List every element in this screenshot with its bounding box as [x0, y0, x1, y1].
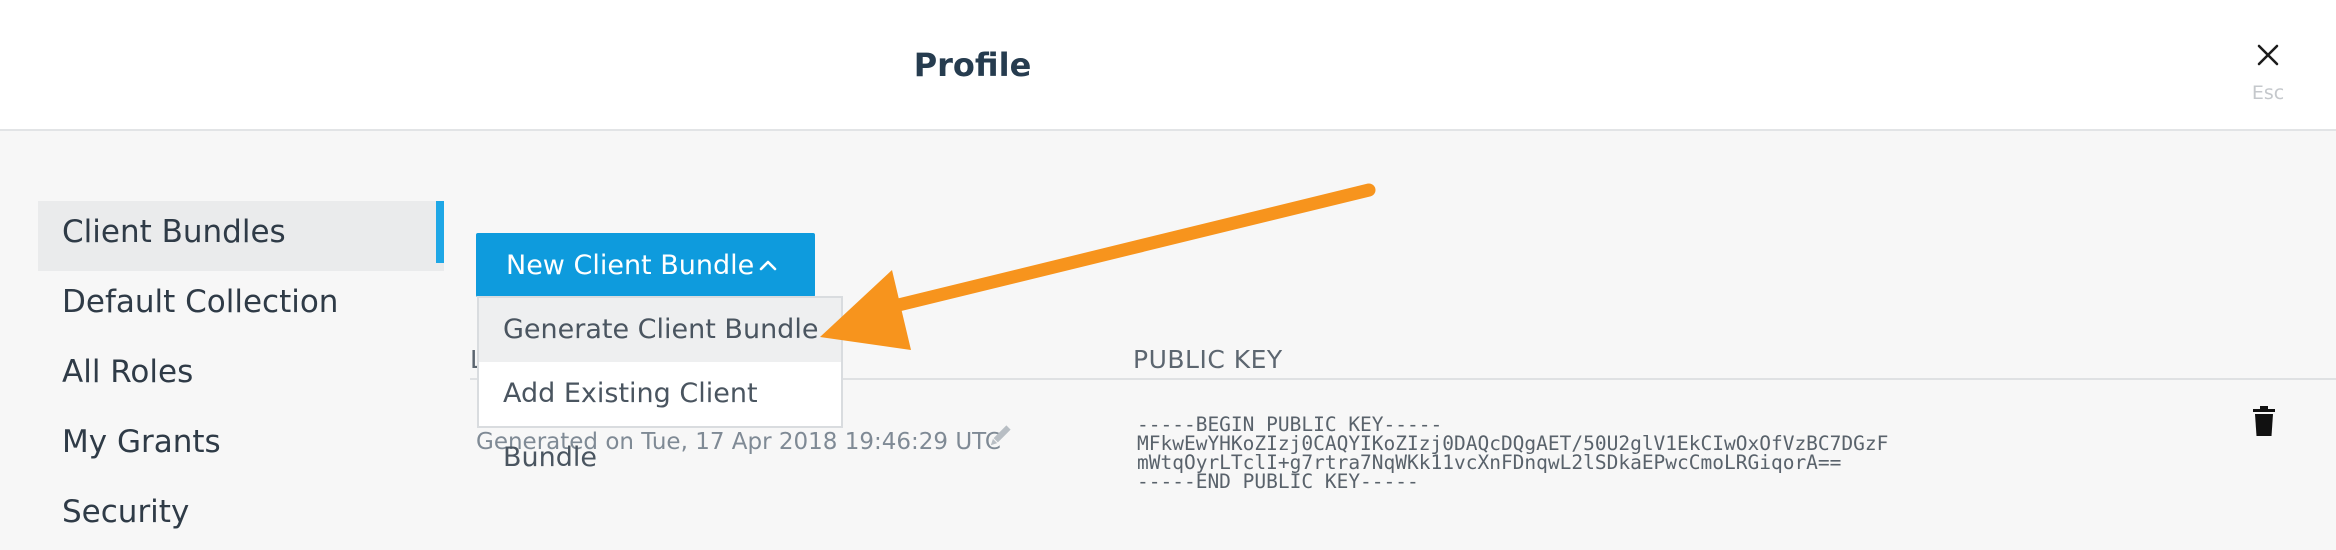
menu-item-add-existing-client-bundle[interactable]: Add Existing Client Bundle [479, 362, 841, 473]
close-icon[interactable] [2253, 40, 2283, 70]
public-key-line: -----END PUBLIC KEY----- [1137, 470, 1419, 493]
page-title: Profile [913, 46, 1032, 84]
profile-sidebar: Client Bundles Default Collection All Ro… [38, 201, 444, 550]
column-header-public-key: PUBLIC KEY [1133, 345, 1283, 374]
sidebar-item-security[interactable]: Security [38, 481, 444, 550]
new-client-bundle-button[interactable]: New Client Bundle [476, 233, 815, 297]
sidebar-item-my-grants[interactable]: My Grants [38, 411, 444, 481]
modal-header: Profile Esc [0, 0, 2336, 131]
new-client-bundle-label: New Client Bundle [506, 249, 755, 281]
chevron-up-icon [759, 260, 777, 271]
sidebar-item-all-roles[interactable]: All Roles [38, 341, 444, 411]
client-bundle-dropdown: Generate Client Bundle Add Existing Clie… [477, 296, 843, 473]
public-key-text: -----BEGIN PUBLIC KEY----- MFkwEwYHKoZIzj… [1137, 415, 1888, 493]
esc-hint: Esc [2251, 82, 2285, 104]
sidebar-item-client-bundles[interactable]: Client Bundles [38, 201, 444, 271]
sidebar-item-default-collection[interactable]: Default Collection [38, 271, 444, 341]
pencil-icon[interactable] [986, 422, 1014, 450]
menu-item-generate-client-bundle[interactable]: Generate Client Bundle [479, 298, 841, 362]
trash-icon[interactable] [2251, 405, 2277, 437]
close-button[interactable]: Esc [2246, 36, 2290, 108]
